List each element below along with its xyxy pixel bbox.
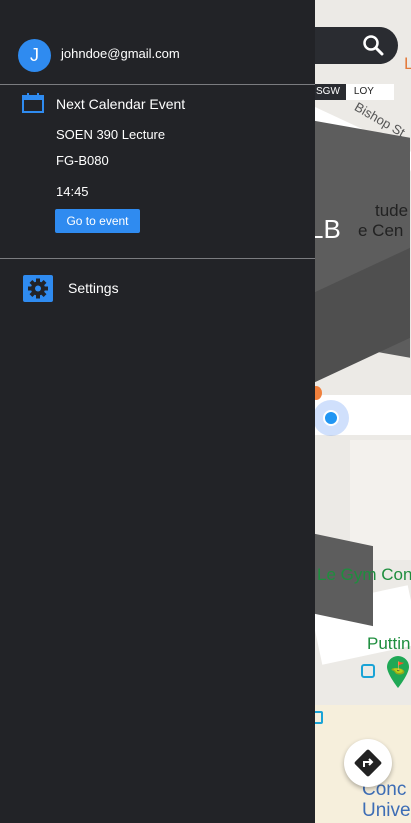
building-name-label: e Cen <box>358 221 404 240</box>
directions-button[interactable] <box>344 739 392 787</box>
golf-pin-icon[interactable]: ⛳ <box>385 655 411 689</box>
calendar-icon <box>22 93 44 113</box>
event-name: SOEN 390 Lecture <box>56 127 166 142</box>
directions-icon <box>354 749 382 777</box>
divider <box>0 84 315 85</box>
settings-menu-item[interactable]: Settings <box>68 280 119 296</box>
svg-text:⛳: ⛳ <box>391 661 406 675</box>
building-name-label: tude <box>375 201 409 220</box>
avatar[interactable]: J <box>18 39 51 72</box>
current-location-icon <box>323 410 339 426</box>
gear-icon[interactable] <box>23 275 53 302</box>
gym-label: Le Gym Con <box>317 565 411 584</box>
navigation-drawer: J johndoe@gmail.com Next Calendar Event … <box>0 0 315 823</box>
event-room: FG-B080 <box>56 153 109 168</box>
poi-label: L <box>404 54 411 73</box>
go-to-event-button[interactable]: Go to event <box>55 209 140 233</box>
calendar-section-title: Next Calendar Event <box>56 96 186 112</box>
user-email: johndoe@gmail.com <box>61 46 180 61</box>
divider <box>0 258 315 259</box>
event-time: 14:45 <box>56 184 89 199</box>
campus-loy-button[interactable]: LOY <box>345 84 394 100</box>
putting-label: Puttin <box>367 634 411 653</box>
bus-stop-icon[interactable] <box>361 664 375 678</box>
map-block <box>350 440 411 560</box>
university-label: Unive <box>362 800 411 821</box>
search-icon[interactable] <box>362 34 384 56</box>
